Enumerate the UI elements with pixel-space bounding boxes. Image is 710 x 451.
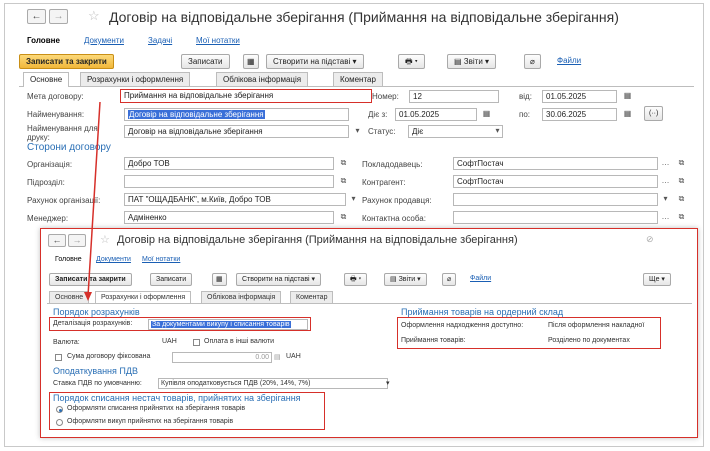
annotation-arrow	[84, 101, 101, 301]
